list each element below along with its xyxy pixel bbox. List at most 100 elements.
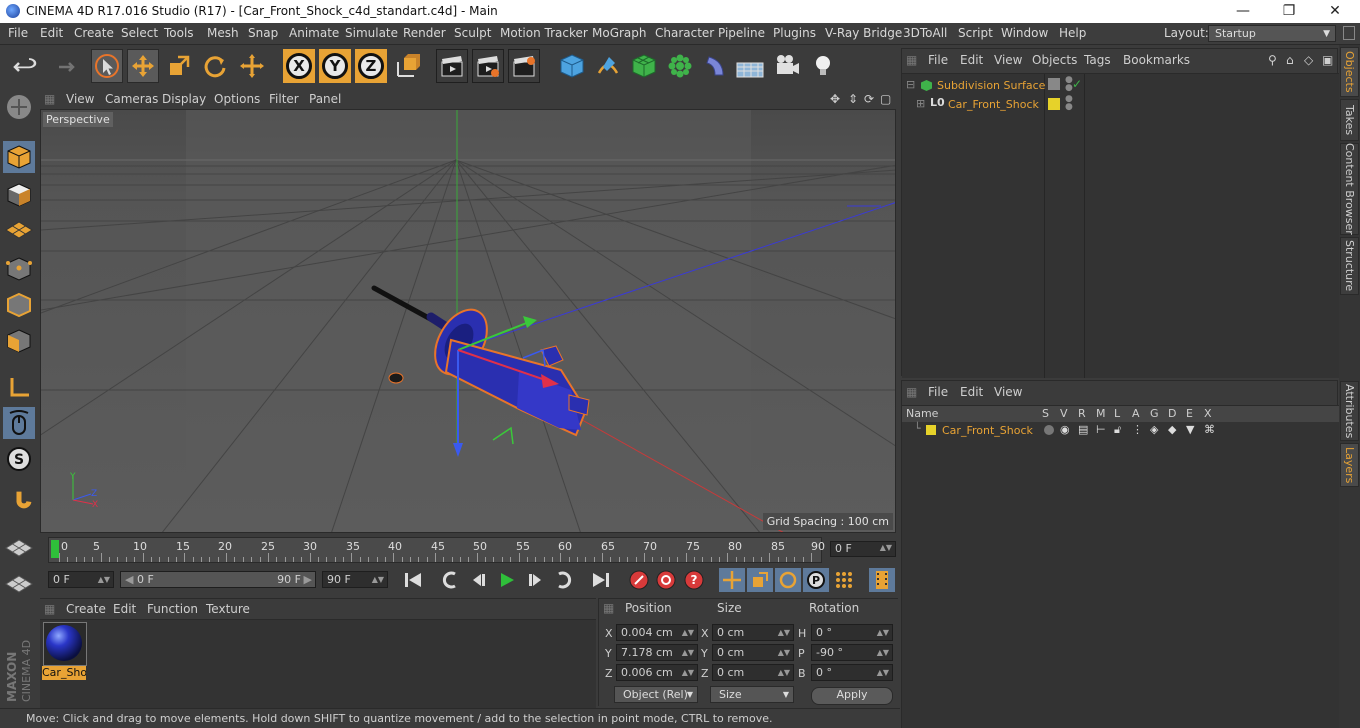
camera-button[interactable] (771, 49, 803, 83)
viewport-menu-filter[interactable]: Filter (269, 92, 299, 106)
light-button[interactable] (807, 49, 839, 83)
size-x-field[interactable]: 0 cm ▲▼ (712, 624, 794, 641)
axis-mode-button[interactable] (3, 371, 35, 403)
current-frame-field[interactable]: 0 F ▲▼ (830, 541, 896, 557)
mograph-cloner-button[interactable] (664, 49, 696, 83)
size-mode-dropdown[interactable]: Size ▼ (710, 686, 794, 703)
previous-frame-button[interactable] (466, 568, 492, 592)
rotation-p-field[interactable]: -90 ° ▲▼ (811, 644, 893, 661)
spin-arrows-icon[interactable]: ▲▼ (372, 572, 384, 587)
tab-content-browser[interactable]: Content Browser (1340, 143, 1359, 235)
layer-color-swatch[interactable] (926, 425, 936, 435)
coordinate-system-button[interactable] (392, 49, 424, 83)
material-menu-function[interactable]: Function (147, 602, 198, 616)
coordinate-mode-dropdown[interactable]: Object (Rel) ▼ (614, 686, 698, 703)
spin-arrows-icon[interactable]: ▲▼ (877, 665, 889, 680)
timeline-ruler[interactable]: 0 5 10 15 20 25 30 35 40 45 50 55 60 65 … (48, 537, 825, 563)
render-picture-viewer-button[interactable] (472, 49, 504, 83)
xref-icon[interactable]: ⌘ (1204, 423, 1215, 436)
viewport-menu-panel[interactable]: Panel (309, 92, 341, 106)
spin-arrows-icon[interactable]: ▲▼ (778, 625, 790, 640)
layer-col-deformers[interactable]: D (1168, 407, 1176, 420)
animation-icon[interactable]: ⋮ (1132, 423, 1143, 436)
menu-mograph[interactable]: MoGraph (592, 26, 647, 40)
end-frame-field[interactable]: 90 F ▲▼ (322, 571, 388, 588)
snapping-button[interactable]: S (3, 443, 35, 475)
x-axis-lock-button[interactable]: X (283, 49, 315, 83)
menu-vray-bridge[interactable]: V-Ray Bridge (825, 26, 902, 40)
z-axis-lock-button[interactable]: Z (355, 49, 387, 83)
layers-menu-edit[interactable]: Edit (960, 385, 983, 399)
key-rotation-button[interactable] (775, 568, 801, 592)
menu-create[interactable]: Create (74, 26, 114, 40)
tweak-mode-button[interactable] (3, 407, 35, 439)
menu-render[interactable]: Render (403, 26, 446, 40)
minimize-button[interactable]: — (1220, 0, 1266, 23)
viewport-menu-view[interactable]: View (66, 92, 94, 106)
perspective-viewport[interactable]: Y Z X Perspective Grid Spacing : 100 cm (40, 109, 896, 533)
menu-script[interactable]: Script (958, 26, 993, 40)
layer-color-swatch[interactable] (1048, 98, 1060, 110)
viewport-menu-display[interactable]: Display (162, 92, 206, 106)
make-editable-button[interactable] (3, 91, 35, 123)
layer-col-visible[interactable]: V (1060, 407, 1068, 420)
expression-icon[interactable]: ▼ (1186, 423, 1194, 436)
tab-attributes[interactable]: Attributes (1340, 381, 1359, 441)
layer-col-render[interactable]: R (1078, 407, 1086, 420)
polygons-mode-button[interactable] (3, 325, 35, 357)
visibility-dots-icon[interactable]: ● ● (1065, 95, 1073, 112)
layer-col-xrefs[interactable]: X (1204, 407, 1212, 420)
objects-menu-bookmarks[interactable]: Bookmarks (1123, 53, 1190, 67)
key-point-level-button[interactable] (831, 568, 857, 592)
recent-tools-button[interactable] (236, 49, 268, 83)
menu-plugins[interactable]: Plugins (773, 26, 816, 40)
collapse-icon[interactable]: ⊟ (906, 78, 915, 91)
layout-dropdown[interactable]: Startup ▼ (1208, 25, 1336, 42)
record-keys-button[interactable] (626, 568, 652, 592)
apply-button[interactable]: Apply (811, 687, 893, 705)
search-icon[interactable]: ⚲ (1268, 53, 1277, 67)
spin-arrows-icon[interactable]: ▲▼ (778, 645, 790, 660)
points-mode-button[interactable] (3, 253, 35, 285)
tab-structure[interactable]: Structure (1340, 237, 1359, 295)
home-icon[interactable]: ⌂ (1286, 53, 1294, 67)
spin-arrows-icon[interactable]: ▲▼ (877, 645, 889, 660)
size-z-field[interactable]: 0 cm ▲▼ (712, 664, 794, 681)
playhead-marker[interactable] (51, 540, 59, 558)
viewport-maximize-icon[interactable]: ▢ (880, 92, 891, 106)
render-clapper-icon[interactable]: ▤ (1078, 423, 1088, 436)
viewport-menu-cameras[interactable]: Cameras (105, 92, 158, 106)
render-view-button[interactable] (436, 49, 468, 83)
layer-name[interactable]: Car_Front_Shock (942, 424, 1033, 437)
objects-menu-tags[interactable]: Tags (1084, 53, 1111, 67)
object-row-car-front-shock[interactable]: ⊞ L0 Car_Front_Shock ● ● (902, 95, 1339, 114)
lock-workplane-button[interactable] (3, 533, 35, 565)
close-button[interactable]: ✕ (1312, 0, 1358, 23)
object-name-car-front-shock[interactable]: Car_Front_Shock (948, 98, 1039, 111)
manager-tree-icon[interactable]: ⊢ (1096, 423, 1106, 436)
menu-window[interactable]: Window (1001, 26, 1048, 40)
menu-snap[interactable]: Snap (248, 26, 278, 40)
menu-sculpt[interactable]: Sculpt (454, 26, 491, 40)
layer-col-expressions[interactable]: E (1186, 407, 1193, 420)
layer-col-generators[interactable]: G (1150, 407, 1159, 420)
enabled-check-icon[interactable]: ✓ (1072, 77, 1082, 91)
edges-mode-button[interactable] (3, 289, 35, 321)
menu-pipeline[interactable]: Pipeline (718, 26, 765, 40)
objects-menu-file[interactable]: File (928, 53, 948, 67)
start-frame-field[interactable]: 0 F ▲▼ (48, 571, 114, 588)
enable-snap-button[interactable] (3, 487, 35, 519)
timeline-window-button[interactable] (869, 568, 895, 592)
spin-arrows-icon[interactable]: ▲▼ (682, 665, 694, 680)
next-frame-button[interactable] (522, 568, 548, 592)
y-axis-lock-button[interactable]: Y (319, 49, 351, 83)
spin-arrows-icon[interactable]: ▲▼ (682, 625, 694, 640)
generator-icon[interactable]: ◈ (1150, 423, 1158, 436)
position-x-field[interactable]: 0.004 cm ▲▼ (616, 624, 698, 641)
key-position-button[interactable] (719, 568, 745, 592)
menu-file[interactable]: File (8, 26, 28, 40)
layer-col-locked[interactable]: L (1114, 407, 1120, 420)
scale-tool-button[interactable] (163, 49, 195, 83)
material-menu-create[interactable]: Create (66, 602, 106, 616)
layout-lock-icon[interactable] (1343, 26, 1355, 40)
